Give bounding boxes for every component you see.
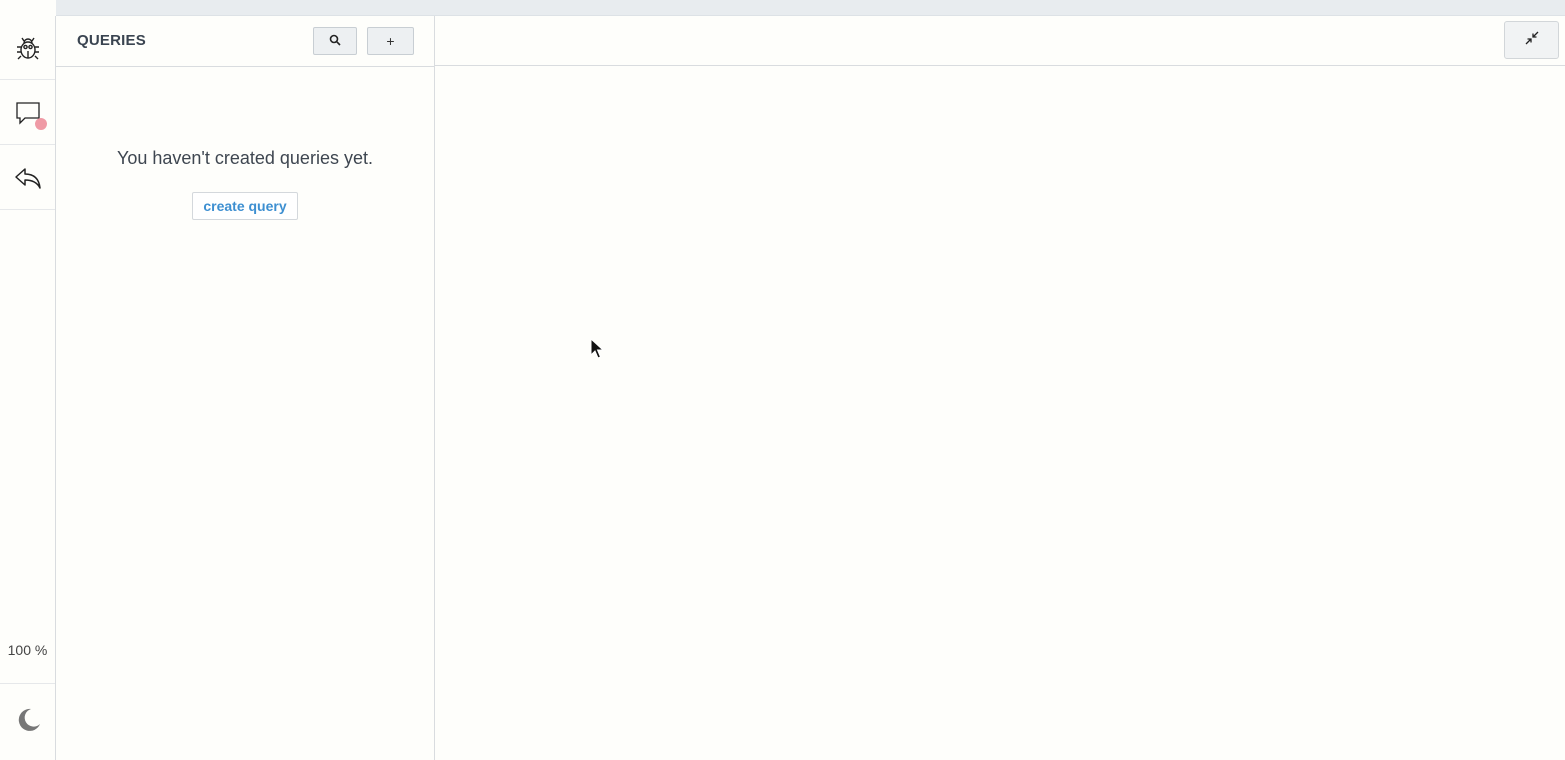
app-window: 100 % QUERIES + You haven't created quer… xyxy=(0,0,1565,760)
rail-item-messages[interactable] xyxy=(0,81,55,145)
zoom-level: 100 % xyxy=(7,642,48,658)
add-query-button[interactable]: + xyxy=(367,27,414,55)
top-strip xyxy=(56,0,1565,16)
theme-toggle-button[interactable] xyxy=(0,683,55,760)
moon-icon xyxy=(14,706,42,739)
rail-item-debugger[interactable] xyxy=(0,16,55,80)
bug-icon xyxy=(14,34,42,62)
queries-panel-header: QUERIES + xyxy=(56,16,434,67)
notification-badge xyxy=(35,118,47,130)
search-button[interactable] xyxy=(313,27,357,55)
create-query-button[interactable]: create query xyxy=(192,192,298,220)
empty-state-message: You haven't created queries yet. xyxy=(117,148,373,168)
collapse-button[interactable] xyxy=(1504,21,1559,59)
reply-icon xyxy=(13,164,43,192)
minimize-icon xyxy=(1525,31,1539,50)
main-content xyxy=(435,16,1565,760)
mouse-cursor-icon xyxy=(590,337,605,365)
queries-panel: QUERIES + You haven't created queries ye… xyxy=(56,16,435,760)
search-icon xyxy=(329,33,341,49)
topbar-corner xyxy=(0,0,56,16)
left-rail: 100 % xyxy=(0,16,56,760)
panel-title: QUERIES xyxy=(77,32,146,49)
rail-item-back[interactable] xyxy=(0,146,55,210)
main-header xyxy=(435,16,1565,66)
